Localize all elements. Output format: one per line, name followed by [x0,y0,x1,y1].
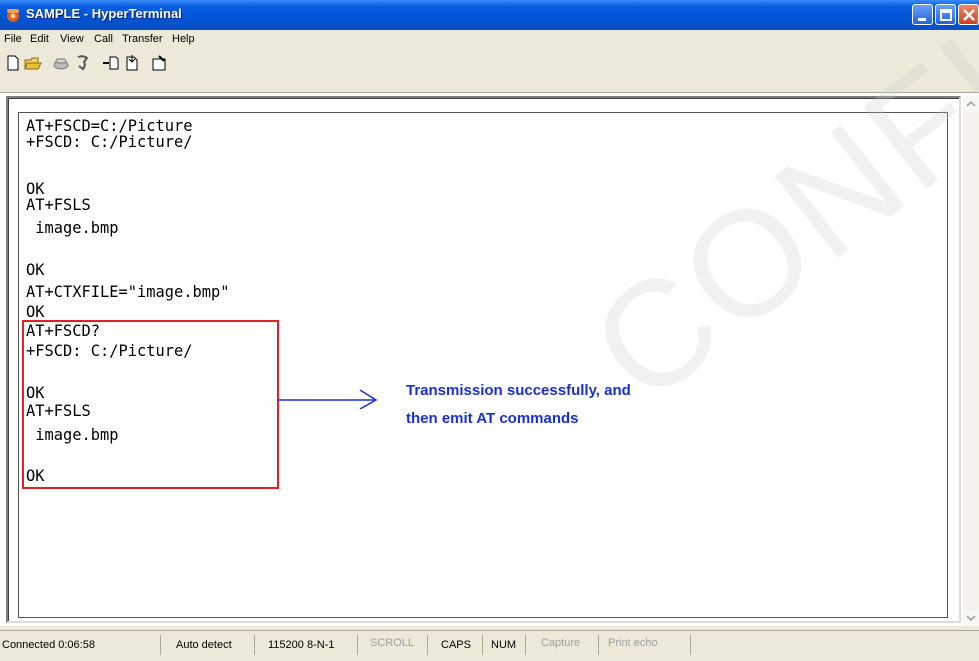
status-separator [160,635,161,655]
terminal-line: OK [26,302,45,321]
menu-call[interactable]: Call [94,33,113,45]
status-separator [598,635,599,655]
chevron-up-icon [966,100,976,107]
scroll-down-button[interactable] [963,610,979,626]
vertical-scrollbar[interactable] [963,96,979,626]
terminal-line: AT+CTXFILE="image.bmp" [26,282,230,301]
status-bar: Connected 0:06:58 Auto detect 115200 8-N… [0,630,979,661]
status-separator [427,635,428,655]
menu-file[interactable]: File [4,33,22,45]
menu-help[interactable]: Help [172,33,195,45]
annotation-line-1: Transmission successfully, and [406,382,631,399]
maximize-icon [940,9,952,21]
status-separator [357,635,358,655]
maximize-button[interactable] [935,4,956,25]
status-detect: Auto detect [176,639,232,651]
status-scroll: SCROLL [370,637,415,649]
status-settings: 115200 8-N-1 [268,639,335,651]
status-separator [254,635,255,655]
status-num: NUM [491,639,517,651]
close-icon [963,9,975,21]
chevron-down-icon [966,615,976,622]
status-capture: Capture [541,637,581,649]
annotation-line-2: then emit AT commands [406,410,579,427]
minimize-button[interactable] [912,4,933,25]
terminal-line: AT+FSLS [26,195,91,214]
status-separator [525,635,526,655]
receive-icon[interactable] [124,54,142,72]
menu-bar: File Edit View Call Transfer Help [0,30,979,51]
status-separator [690,635,691,655]
highlight-box [22,320,279,489]
arrow-icon [278,389,378,409]
status-caps: CAPS [441,639,471,651]
close-button[interactable] [958,4,979,25]
scroll-up-button[interactable] [963,96,979,112]
status-print-echo: Print echo [608,637,658,649]
properties-icon[interactable] [150,54,168,72]
menu-transfer[interactable]: Transfer [122,33,163,45]
status-connected: Connected 0:06:58 [2,639,95,651]
toolbar [0,50,979,93]
send-icon[interactable] [102,54,120,72]
hyperterminal-phone-icon[interactable] [4,6,22,24]
menu-view[interactable]: View [60,33,84,45]
menu-edit[interactable]: Edit [30,33,49,45]
status-separator [482,635,483,655]
terminal-line: image.bmp [26,218,119,237]
minimize-icon [918,18,926,21]
title-bar: SAMPLE - HyperTerminal [0,0,979,30]
window-title: SAMPLE - HyperTerminal [26,6,182,21]
open-icon[interactable] [24,54,42,72]
disconnect-icon[interactable] [74,54,92,72]
connect-icon[interactable] [52,54,70,72]
terminal-line: OK [26,260,45,279]
terminal-line: +FSCD: C:/Picture/ [26,132,193,151]
new-icon[interactable] [4,54,22,72]
